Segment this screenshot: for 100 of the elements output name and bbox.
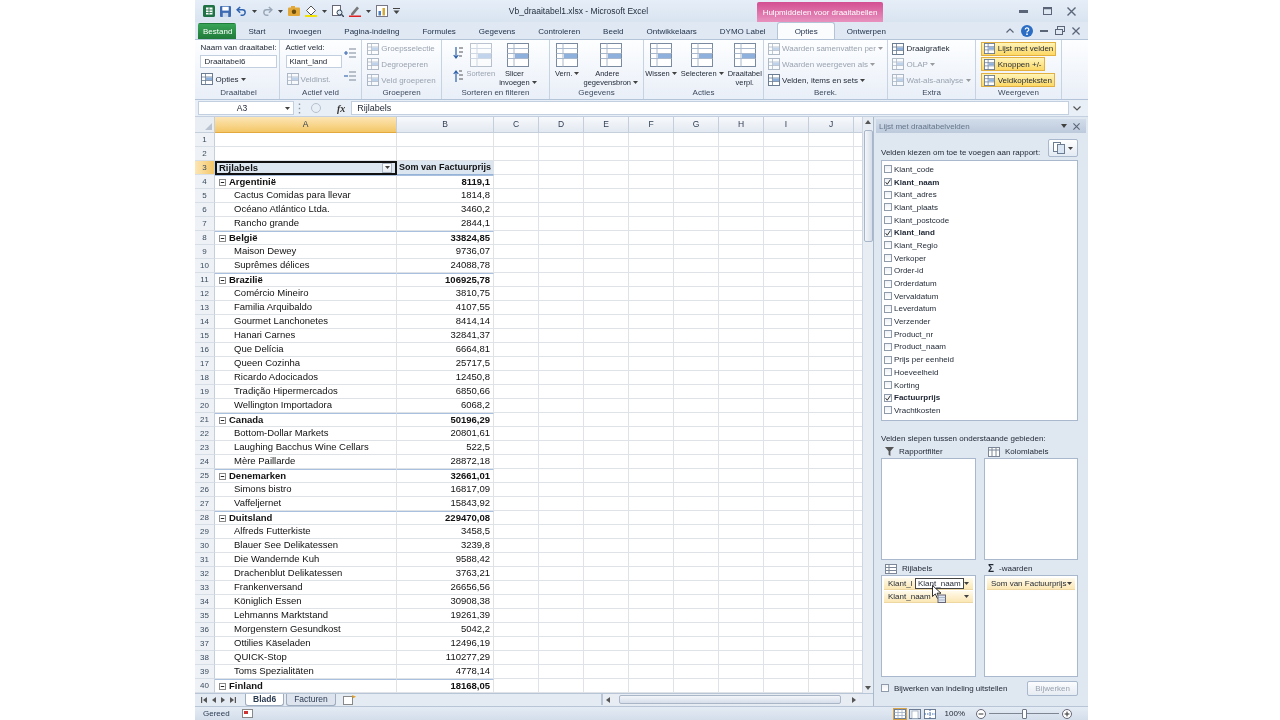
horizontal-scrollbar[interactable]: [601, 694, 859, 705]
sort-up-icon[interactable]: [453, 70, 464, 83]
paint-bucket-icon[interactable]: [305, 5, 317, 17]
row-header[interactable]: 21: [195, 413, 215, 427]
row-header[interactable]: 32: [195, 567, 215, 581]
triangle-left-icon[interactable]: [606, 696, 610, 703]
magnifier-document-icon[interactable]: [332, 5, 344, 17]
checkbox[interactable]: [884, 292, 892, 301]
row-header[interactable]: 39: [195, 665, 215, 679]
caret-icon[interactable]: [252, 9, 257, 13]
ribbon-tab[interactable]: Opties: [777, 22, 836, 39]
camera-icon[interactable]: [288, 6, 300, 16]
dragged-field[interactable]: Klant_naam: [915, 578, 964, 589]
ribbon-button[interactable]: Opties: [200, 72, 247, 87]
chart-icon[interactable]: [376, 5, 388, 17]
spreadsheet-icon[interactable]: [203, 5, 215, 17]
toggle-button[interactable]: Veldkopteksten: [980, 73, 1055, 88]
row-header[interactable]: 38: [195, 651, 215, 665]
row-header[interactable]: 30: [195, 539, 215, 553]
drop-area[interactable]: Klant_l Klant_naam Klant_naam: [881, 575, 976, 677]
column-header[interactable]: D: [539, 117, 584, 133]
row-header[interactable]: 25: [195, 469, 215, 483]
field-name[interactable]: Factuurprijs: [894, 393, 941, 403]
minimize-icon[interactable]: [1040, 29, 1048, 32]
row-header[interactable]: 36: [195, 623, 215, 637]
row-header[interactable]: 20: [195, 399, 215, 413]
area-field-button[interactable]: Klant_l Klant_naam: [884, 578, 973, 590]
vertical-scrollbar[interactable]: [862, 117, 873, 693]
caret-icon[interactable]: [366, 9, 371, 13]
minimize-icon[interactable]: [1019, 9, 1028, 13]
row-header[interactable]: 1: [195, 133, 215, 147]
first-arrow-icon[interactable]: [201, 696, 207, 703]
slider-thumb[interactable]: [1021, 708, 1027, 719]
checkbox[interactable]: [884, 279, 892, 288]
checkbox[interactable]: [884, 393, 892, 402]
ribbon-button[interactable]: Velden, items en sets: [767, 73, 867, 88]
ribbon-tab[interactable]: Invoegen: [276, 23, 333, 39]
column-header[interactable]: H: [719, 117, 764, 133]
ribbon-tab[interactable]: DYMO Label: [708, 23, 778, 39]
close-icon[interactable]: [1067, 6, 1076, 16]
undo-icon[interactable]: [236, 6, 247, 16]
page-layout-view-icon[interactable]: [908, 708, 921, 719]
checkbox[interactable]: [884, 165, 892, 174]
text-field[interactable]: Draaitabel6: [200, 55, 277, 69]
ribbon-tab[interactable]: Pagina-indeling: [332, 23, 411, 39]
column-header[interactable]: F: [629, 117, 674, 133]
sheet-tab[interactable]: Facturen: [286, 694, 336, 706]
row-header[interactable]: 28: [195, 511, 215, 525]
row-header[interactable]: 16: [195, 343, 215, 357]
ribbon-tab[interactable]: Formules: [411, 23, 468, 39]
chevron-down-icon[interactable]: [1073, 105, 1081, 111]
row-header[interactable]: 8: [195, 231, 215, 245]
ribbon-tab[interactable]: Ontwikkelaars: [635, 23, 709, 39]
sheet-tab[interactable]: Blad6: [245, 694, 285, 706]
ribbon-tab[interactable]: Controleren: [526, 23, 592, 39]
row-header[interactable]: 9: [195, 245, 215, 259]
zoom-in-icon[interactable]: [1062, 708, 1072, 719]
triangle-right-icon[interactable]: [221, 696, 225, 703]
scrollbar-thumb[interactable]: [619, 695, 841, 704]
pen-icon[interactable]: [349, 5, 361, 17]
insert-function-button[interactable]: fx: [335, 102, 348, 114]
row-header[interactable]: 18: [195, 371, 215, 385]
column-header[interactable]: I: [764, 117, 809, 133]
column-header[interactable]: B: [397, 117, 494, 133]
checkbox[interactable]: [884, 178, 892, 187]
row-header[interactable]: 37: [195, 637, 215, 651]
row-header[interactable]: 33: [195, 581, 215, 595]
minus-box-icon[interactable]: [219, 234, 226, 242]
field-name[interactable]: Hoeveelheid: [894, 367, 939, 377]
field-name[interactable]: Klant_land: [894, 228, 935, 238]
field-name[interactable]: Klant_plaats: [894, 202, 939, 212]
last-arrow-icon[interactable]: [230, 696, 236, 703]
row-header[interactable]: 5: [195, 189, 215, 203]
field-name[interactable]: Verzender: [894, 317, 931, 327]
record-macro-icon[interactable]: [241, 709, 253, 718]
field-name[interactable]: Prijs per eenheid: [894, 355, 955, 365]
minus-box-icon[interactable]: [219, 472, 226, 480]
restore-icon[interactable]: [1055, 26, 1065, 35]
field-name[interactable]: Klant_Regio: [894, 240, 938, 250]
zoom-slider[interactable]: [989, 708, 1059, 719]
field-name[interactable]: Leverdatum: [894, 304, 937, 314]
row-header[interactable]: 29: [195, 525, 215, 539]
column-header[interactable]: E: [584, 117, 629, 133]
row-header[interactable]: 19: [195, 385, 215, 399]
row-header[interactable]: 2: [195, 147, 215, 161]
sort-down-icon[interactable]: [453, 46, 464, 59]
column-header[interactable]: A: [215, 117, 397, 133]
row-header[interactable]: 6: [195, 203, 215, 217]
field-name[interactable]: Product_naam: [894, 342, 947, 352]
caret-icon[interactable]: [1061, 124, 1067, 128]
scrollbar-thumb[interactable]: [863, 130, 873, 242]
minus-box-icon[interactable]: [219, 514, 226, 522]
formula-field[interactable]: Rijlabels: [351, 101, 1069, 115]
row-header[interactable]: 7: [195, 217, 215, 231]
row-header[interactable]: 11: [195, 273, 215, 287]
drop-area[interactable]: Som van Factuurprijs: [984, 575, 1078, 677]
checkbox[interactable]: [884, 368, 892, 377]
checkbox[interactable]: [884, 266, 892, 275]
row-header[interactable]: 34: [195, 595, 215, 609]
ribbon-tab[interactable]: Gegevens: [467, 23, 527, 39]
